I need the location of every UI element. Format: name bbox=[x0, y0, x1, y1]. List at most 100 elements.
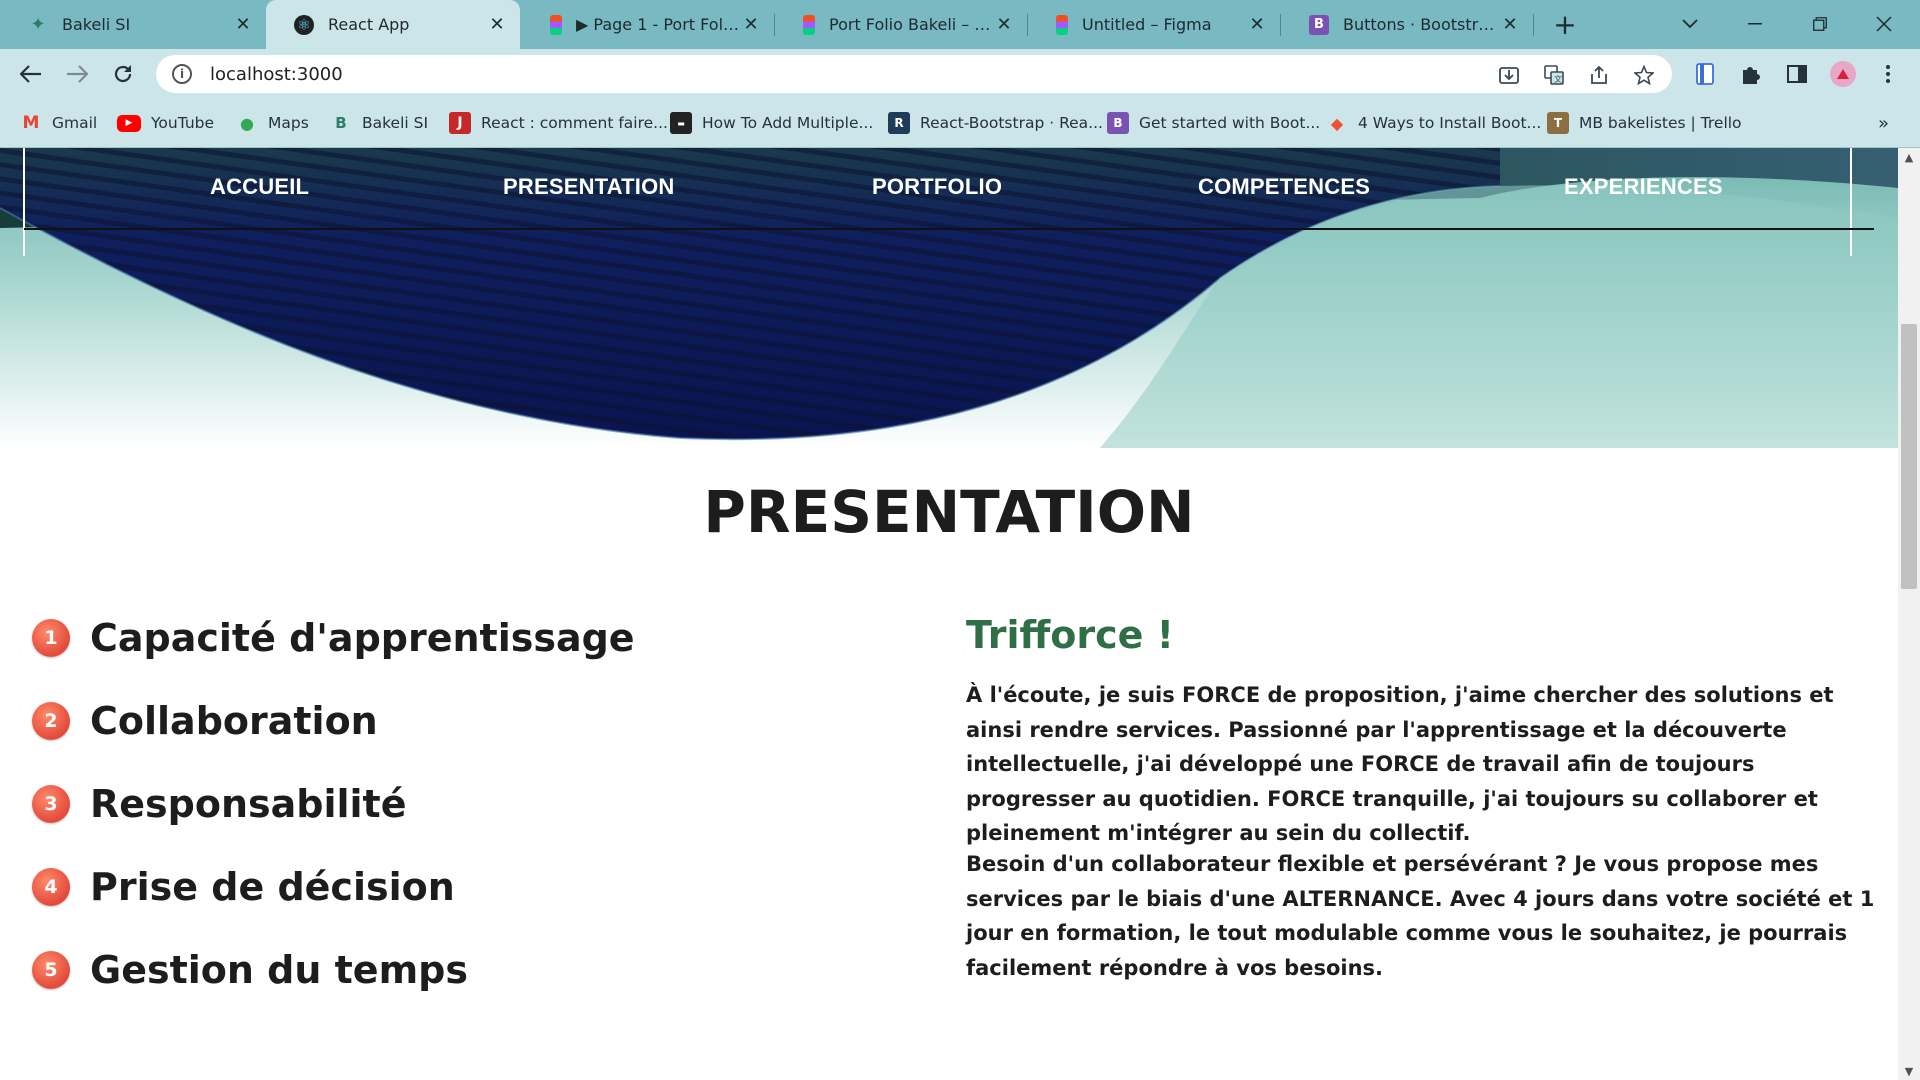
video-icon: ▬ bbox=[670, 112, 692, 134]
bootstrap-icon: B bbox=[1309, 14, 1329, 35]
restore-icon[interactable] bbox=[1800, 6, 1840, 42]
tab-react-app[interactable]: ⚛ React App ✕ bbox=[266, 0, 520, 49]
close-window-icon[interactable] bbox=[1864, 6, 1904, 42]
nav-link-experiences[interactable]: EXPERIENCES bbox=[1564, 174, 1723, 200]
bookmark-react-bootstrap[interactable]: R React-Bootstrap · Rea... bbox=[888, 111, 1103, 135]
close-icon[interactable]: ✕ bbox=[1246, 14, 1268, 36]
tab-title: Untitled – Figma bbox=[1082, 15, 1212, 34]
bookmark-react-comment[interactable]: J React : comment faire... bbox=[449, 111, 668, 135]
bookmark-label: Maps bbox=[268, 114, 309, 132]
bookmark-youtube[interactable]: ▶ YouTube bbox=[117, 111, 214, 135]
tab-search-icon[interactable] bbox=[1670, 6, 1710, 42]
figma-icon bbox=[1056, 14, 1068, 35]
bookmark-label: Get started with Boot... bbox=[1139, 114, 1321, 132]
intro-paragraph: À l'écoute, je suis FORCE de proposition… bbox=[966, 683, 1834, 845]
share-icon[interactable] bbox=[1588, 64, 1610, 86]
bookmark-bakeli[interactable]: B Bakeli SI bbox=[330, 111, 428, 135]
skill-item: 1 Capacité d'apprentissage bbox=[32, 613, 635, 663]
profile-avatar[interactable] bbox=[1830, 61, 1856, 87]
skill-item: 4 Prise de décision bbox=[32, 862, 455, 912]
minimize-icon[interactable] bbox=[1735, 6, 1775, 42]
address-bar[interactable]: i localhost:3000 文 bbox=[156, 55, 1672, 93]
skill-item: 2 Collaboration bbox=[32, 696, 378, 746]
new-tab-button[interactable]: + bbox=[1545, 6, 1585, 42]
skill-item: 3 Responsabilité bbox=[32, 779, 407, 829]
url-text[interactable]: localhost:3000 bbox=[210, 64, 343, 85]
bookmark-label: React-Bootstrap · Rea... bbox=[920, 114, 1103, 132]
bookmark-label: How To Add Multiple... bbox=[702, 114, 874, 132]
install-icon[interactable] bbox=[1498, 64, 1520, 86]
figma-icon bbox=[550, 14, 562, 35]
nav-link-portfolio[interactable]: PORTFOLIO bbox=[872, 174, 1002, 200]
reload-icon[interactable] bbox=[106, 57, 140, 91]
alternance-paragraph: Besoin d'un collaborateur flexible et pe… bbox=[966, 852, 1875, 980]
figma-icon bbox=[803, 14, 815, 35]
tab-title: Bakeli SI bbox=[62, 15, 131, 34]
nav-link-presentation[interactable]: PRESENTATION bbox=[503, 174, 674, 200]
nav-border-right bbox=[1850, 148, 1852, 256]
page-scrollbar[interactable]: ▲ ▼ bbox=[1898, 148, 1920, 1080]
tab-figma-page1[interactable]: ▶ Page 1 - Port Folio B ✕ bbox=[522, 0, 774, 49]
scroll-up-arrow-icon[interactable]: ▲ bbox=[1898, 148, 1920, 166]
bookmark-label: YouTube bbox=[151, 114, 215, 132]
tab-figma-untitled[interactable]: Untitled – Figma ✕ bbox=[1028, 0, 1280, 49]
menu-kebab-icon[interactable] bbox=[1876, 62, 1900, 86]
tab-title: Port Folio Bakeli – Figma bbox=[829, 15, 993, 34]
bookmarks-bar: M Gmail ▶ YouTube ● Maps B Bakeli SI J R… bbox=[0, 99, 1920, 148]
translate-icon[interactable]: 文 bbox=[1543, 64, 1565, 86]
nav-border-left bbox=[23, 148, 25, 256]
nav-underline bbox=[24, 228, 1874, 230]
skill-item: 5 Gestion du temps bbox=[32, 945, 468, 995]
trello-icon: T bbox=[1547, 112, 1569, 134]
bootstrap-icon: B bbox=[1107, 112, 1129, 134]
bookmark-label: 4 Ways to Install Boot... bbox=[1358, 114, 1542, 132]
nav-link-accueil[interactable]: ACCUEIL bbox=[210, 174, 309, 200]
tab-title: Buttons · Bootstrap v5. bbox=[1343, 15, 1499, 34]
tab-title: React App bbox=[328, 15, 410, 34]
browser-toolbar: i localhost:3000 文 bbox=[0, 49, 1920, 99]
page-viewport: ACCUEIL PRESENTATION PORTFOLIO COMPETENC… bbox=[0, 148, 1898, 1080]
skill-label: Capacité d'apprentissage bbox=[90, 616, 635, 660]
article-icon: J bbox=[449, 112, 471, 134]
git-icon: ◆ bbox=[1330, 113, 1344, 133]
close-icon[interactable]: ✕ bbox=[1499, 14, 1521, 36]
close-icon[interactable]: ✕ bbox=[486, 14, 508, 36]
bookmarks-overflow-icon[interactable]: » bbox=[1878, 111, 1889, 135]
skill-number-badge: 3 bbox=[32, 785, 70, 823]
back-icon[interactable] bbox=[14, 57, 48, 91]
bookmark-label: React : comment faire... bbox=[481, 114, 668, 132]
bookmark-how-to-add[interactable]: ▬ How To Add Multiple... bbox=[670, 111, 873, 135]
scroll-down-arrow-icon[interactable]: ▼ bbox=[1898, 1062, 1920, 1080]
bookmark-star-icon[interactable] bbox=[1633, 64, 1655, 86]
bookmark-maps[interactable]: ● Maps bbox=[236, 111, 309, 135]
bookmark-trello[interactable]: T MB bakelistes | Trello bbox=[1547, 111, 1742, 135]
svg-text:文: 文 bbox=[1554, 74, 1562, 84]
tab-bootstrap[interactable]: B Buttons · Bootstrap v5. ✕ bbox=[1281, 0, 1533, 49]
tab-separator bbox=[1533, 14, 1534, 36]
close-icon[interactable]: ✕ bbox=[232, 14, 254, 36]
scrollbar-thumb[interactable] bbox=[1901, 323, 1917, 589]
tab-bakeli[interactable]: ✦ Bakeli SI ✕ bbox=[0, 0, 266, 49]
gmail-icon: M bbox=[22, 113, 40, 133]
nav-link-competences[interactable]: COMPETENCES bbox=[1198, 174, 1370, 200]
skill-label: Responsabilité bbox=[90, 782, 407, 826]
bookmark-get-started-bootstrap[interactable]: B Get started with Boot... bbox=[1107, 111, 1320, 135]
bookmark-gmail[interactable]: M Gmail bbox=[20, 111, 98, 135]
extensions-puzzle-icon[interactable] bbox=[1739, 62, 1763, 86]
bookmark-label: Gmail bbox=[52, 114, 98, 132]
section-title: PRESENTATION bbox=[703, 478, 1195, 546]
close-icon[interactable]: ✕ bbox=[740, 14, 762, 36]
bookmark-label: Bakeli SI bbox=[362, 114, 429, 132]
tab-figma-portfolio[interactable]: Port Folio Bakeli – Figma ✕ bbox=[775, 0, 1027, 49]
side-panel-icon[interactable] bbox=[1785, 62, 1809, 86]
skill-label: Prise de décision bbox=[90, 865, 455, 909]
bookmark-install-bootstrap[interactable]: ◆ 4 Ways to Install Boot... bbox=[1326, 111, 1542, 135]
trifforce-title: Trifforce ! bbox=[966, 613, 1174, 657]
youtube-icon: ▶ bbox=[117, 114, 141, 132]
main-nav: ACCUEIL PRESENTATION PORTFOLIO COMPETENC… bbox=[0, 148, 1898, 256]
site-info-icon[interactable]: i bbox=[172, 64, 192, 84]
extension-doc-icon[interactable] bbox=[1693, 62, 1717, 86]
tab-title: ▶ Page 1 - Port Folio B bbox=[576, 15, 740, 34]
close-icon[interactable]: ✕ bbox=[993, 14, 1015, 36]
forward-icon[interactable] bbox=[60, 57, 94, 91]
